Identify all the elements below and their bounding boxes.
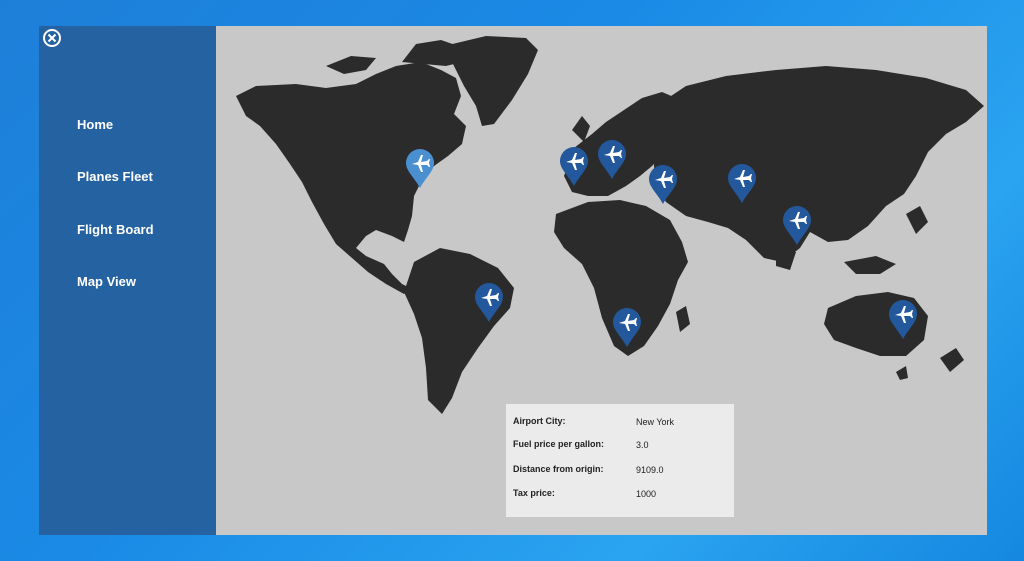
airport-info-panel: Airport City: New York Fuel price per ga…: [506, 404, 734, 517]
sidebar-item-home[interactable]: Home: [77, 117, 113, 132]
app-window: Home Planes Fleet Flight Board Map View: [39, 26, 987, 535]
tax-price-label: Tax price:: [513, 488, 555, 498]
distance-label: Distance from origin:: [513, 464, 604, 474]
airport-pin[interactable]: [648, 165, 678, 205]
fuel-price-value: 3.0: [636, 440, 649, 450]
fuel-price-label: Fuel price per gallon:: [513, 439, 605, 449]
sidebar: Home Planes Fleet Flight Board Map View: [39, 26, 216, 535]
airport-city-value: New York: [636, 417, 675, 427]
distance-value: 9109.0: [636, 465, 664, 475]
sidebar-item-planes-fleet[interactable]: Planes Fleet: [77, 169, 153, 184]
airport-pin[interactable]: [782, 206, 812, 246]
close-icon[interactable]: [43, 29, 61, 47]
tax-price-value: 1000: [636, 489, 657, 499]
airport-pin[interactable]: [727, 164, 757, 204]
airport-city-label: Airport City:: [513, 416, 566, 426]
sidebar-item-map-view[interactable]: Map View: [77, 274, 136, 289]
airport-pin[interactable]: [612, 308, 642, 348]
airport-pin[interactable]: [888, 300, 918, 340]
airport-pin-new-york[interactable]: [405, 149, 435, 189]
airport-pin[interactable]: [597, 140, 627, 180]
airport-pin[interactable]: [559, 147, 589, 187]
airport-pin[interactable]: [474, 283, 504, 323]
sidebar-item-flight-board[interactable]: Flight Board: [77, 222, 154, 237]
